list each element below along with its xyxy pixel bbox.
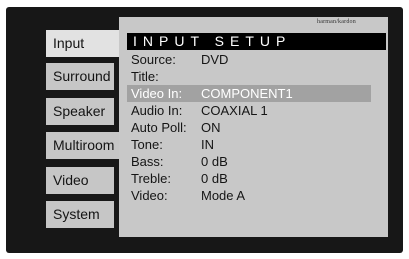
setting-value: 0 dB (201, 154, 228, 169)
setting-label: Auto Poll: (131, 120, 187, 135)
tab-multiroom[interactable]: Multiroom (46, 132, 119, 159)
setting-row-title[interactable]: Title: (127, 68, 371, 85)
tab-system[interactable]: System (46, 201, 114, 228)
setting-row-treble[interactable]: Treble: 0 dB (127, 170, 371, 187)
setting-row-video[interactable]: Video: Mode A (127, 187, 371, 204)
setting-row-tone[interactable]: Tone: IN (127, 136, 371, 153)
setting-row-bass[interactable]: Bass: 0 dB (127, 153, 371, 170)
setting-value: ON (201, 120, 221, 135)
setting-value: COAXIAL 1 (201, 103, 268, 118)
setting-row-audio-in[interactable]: Audio In: COAXIAL 1 (127, 102, 371, 119)
setting-label: Treble: (131, 171, 171, 186)
tab-video[interactable]: Video (46, 167, 114, 194)
brand-logo: harman/kardon (317, 19, 356, 25)
tab-speaker[interactable]: Speaker (46, 98, 114, 125)
setting-row-video-in[interactable]: Video In: COMPONENT1 (127, 85, 371, 102)
setting-row-auto-poll[interactable]: Auto Poll: ON (127, 119, 371, 136)
setting-label: Title: (131, 69, 159, 84)
setting-label: Bass: (131, 154, 164, 169)
tab-input[interactable]: Input (46, 30, 119, 57)
tab-surround[interactable]: Surround (46, 63, 114, 90)
setting-value: Mode A (201, 188, 246, 203)
setting-label: Source: (131, 52, 176, 67)
setting-label: Tone: (131, 137, 163, 152)
setting-value: 0 dB (201, 171, 228, 186)
setting-value: IN (201, 137, 214, 152)
setting-label: Video In: (131, 86, 183, 101)
setting-label: Video: (131, 188, 168, 203)
setting-value: DVD (201, 52, 229, 67)
setting-row-source[interactable]: Source: DVD (127, 51, 371, 68)
setting-value: COMPONENT1 (201, 86, 293, 101)
page-title: INPUT SETUP (127, 33, 386, 50)
setting-label: Audio In: (131, 103, 183, 118)
